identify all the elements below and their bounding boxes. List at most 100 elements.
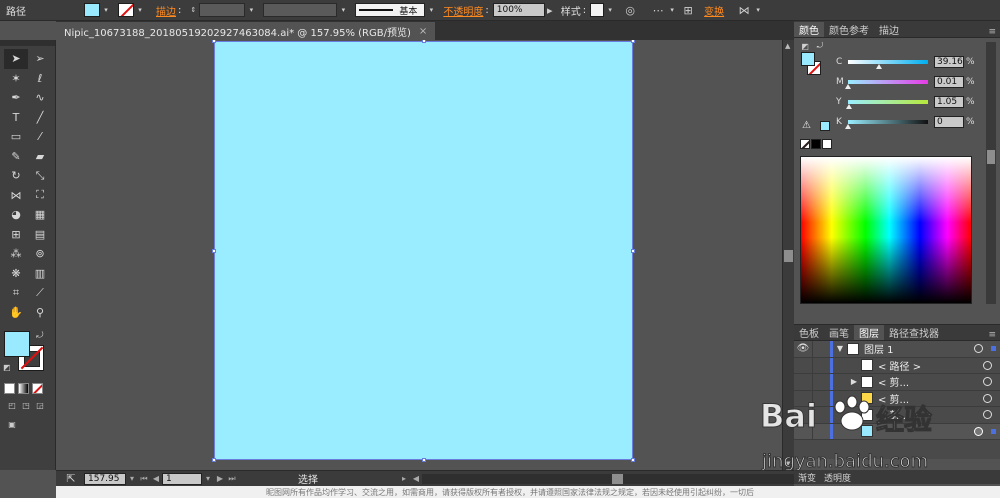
bounding-handle[interactable]	[422, 458, 426, 462]
tab-brushes[interactable]: 画笔	[824, 325, 854, 340]
tab-swatches[interactable]: 色板	[794, 325, 824, 340]
draw-inside-icon[interactable]: ◲	[34, 400, 46, 411]
shape-builder-tool-icon[interactable]: ◕	[4, 205, 28, 225]
stroke-swatch[interactable]	[118, 3, 134, 17]
style-dropdown-icon[interactable]: ▾	[604, 3, 616, 17]
transform-dropdown-icon[interactable]: ▾	[752, 3, 764, 17]
slice-tool-icon[interactable]: ⟋	[28, 283, 52, 303]
lock-toggle[interactable]	[812, 423, 828, 439]
first-artboard-icon[interactable]: ⏮	[138, 474, 150, 484]
layer-row[interactable]: ▶ < 剪...	[794, 390, 1000, 407]
column-graph-tool-icon[interactable]: ▥	[28, 264, 52, 284]
previous-artboard-icon[interactable]: ◀	[150, 474, 162, 483]
cyan-value-field[interactable]: 39.16	[934, 56, 964, 68]
layer-row[interactable]: ▶ < 剪...	[794, 407, 1000, 424]
target-icon[interactable]	[983, 377, 992, 387]
zoom-field[interactable]: 157.95	[84, 472, 126, 485]
free-transform-tool-icon[interactable]: ⛶	[28, 186, 52, 206]
rotate-tool-icon[interactable]: ↻	[4, 166, 28, 186]
stroke-label[interactable]: 描边	[156, 3, 176, 18]
scroll-down-icon[interactable]: ▼	[785, 460, 790, 468]
in-gamut-swatch[interactable]	[820, 121, 830, 131]
stroke-weight-field[interactable]	[199, 3, 246, 17]
scroll-up-icon[interactable]: ▲	[785, 42, 790, 50]
tab-gradient[interactable]: 渐变	[794, 471, 820, 484]
last-artboard-icon[interactable]: ⏭	[226, 474, 238, 484]
graphic-style-swatch[interactable]	[590, 3, 605, 17]
tab-color[interactable]: 颜色	[794, 22, 824, 37]
cyan-slider-knob[interactable]	[876, 64, 883, 69]
transform-icon[interactable]: ⋈	[736, 2, 752, 18]
color-panel-fill-box[interactable]	[801, 52, 815, 66]
target-icon[interactable]	[983, 393, 992, 403]
target-icon[interactable]	[974, 426, 983, 436]
artboard-rectangle[interactable]	[212, 40, 635, 462]
layer-name[interactable]: < 路径 >	[878, 358, 983, 373]
layers-panel-menu-icon[interactable]: ≡	[988, 330, 1000, 340]
layer-name[interactable]: < 剪...	[878, 407, 983, 422]
fill-color-box[interactable]	[4, 331, 30, 357]
width-tool-icon[interactable]: ⋈	[4, 186, 28, 206]
vertical-scrollbar[interactable]: ▲ ▼	[782, 40, 794, 470]
none-mode-icon[interactable]	[32, 383, 43, 394]
brush-definition[interactable]: 基本	[355, 3, 426, 17]
horizontal-scroll-thumb[interactable]	[612, 473, 623, 484]
lock-toggle[interactable]	[812, 407, 828, 423]
layer-name[interactable]: < 剪...	[878, 391, 983, 406]
transform-link[interactable]: 变换	[704, 3, 724, 18]
magic-wand-tool-icon[interactable]: ✶	[4, 69, 28, 89]
opacity-label[interactable]: 不透明度	[443, 3, 483, 18]
layer-name[interactable]: < 剪...	[878, 374, 983, 389]
black-value-field[interactable]: 0	[934, 116, 964, 128]
expand-triangle-icon[interactable]: ▼	[833, 344, 847, 353]
paintbrush-tool-icon[interactable]: ⁄	[28, 127, 52, 147]
bounding-handle[interactable]	[631, 249, 635, 253]
recolor-artwork-icon[interactable]: ◎	[622, 2, 638, 18]
target-icon[interactable]	[974, 344, 983, 354]
magenta-slider-knob[interactable]	[845, 84, 852, 89]
yellow-value-field[interactable]: 1.05	[934, 96, 964, 108]
cyan-slider[interactable]	[848, 60, 928, 69]
fill-dropdown-icon[interactable]: ▾	[100, 3, 112, 17]
stroke-dropdown-icon[interactable]: ▾	[134, 3, 146, 17]
expand-triangle-icon[interactable]: ▶	[833, 410, 861, 419]
zoom-tool-icon[interactable]: ⚲	[28, 303, 52, 323]
yellow-slider-knob[interactable]	[845, 104, 852, 109]
hand-tool-icon[interactable]: ✋	[4, 303, 28, 323]
layer-row[interactable]	[794, 423, 1000, 440]
layer-name[interactable]: 图层 1	[864, 341, 974, 356]
tab-color-guide[interactable]: 颜色参考	[824, 22, 874, 37]
yellow-slider[interactable]	[845, 100, 928, 109]
line-segment-tool-icon[interactable]: ╱	[28, 108, 52, 128]
none-swatch[interactable]	[800, 139, 810, 149]
direct-selection-tool-icon[interactable]: ➢	[28, 49, 52, 69]
distribute-icon[interactable]: ⊞	[680, 2, 696, 18]
status-menu-icon[interactable]: ▸	[398, 474, 410, 483]
lock-toggle[interactable]	[812, 374, 828, 390]
align-grid-icon[interactable]: ⋯	[650, 2, 666, 18]
selection-indicator[interactable]	[991, 428, 996, 434]
expand-triangle-icon[interactable]: ▶	[833, 377, 861, 386]
opacity-field[interactable]: 100%	[492, 3, 545, 17]
gradient-tool-icon[interactable]: ▤	[28, 225, 52, 245]
target-icon[interactable]	[983, 360, 992, 370]
tab-layers[interactable]: 图层	[854, 325, 884, 340]
next-artboard-icon[interactable]: ▶	[214, 474, 226, 483]
bounding-handle[interactable]	[212, 40, 216, 43]
horizontal-scrollbar[interactable]	[422, 473, 832, 484]
color-mode-icon[interactable]	[4, 383, 15, 394]
tab-transparency[interactable]: 透明度	[820, 471, 855, 484]
vertical-scroll-thumb[interactable]	[784, 250, 793, 262]
layer-row[interactable]: ▶ < 剪...	[794, 374, 1000, 391]
artboard-dropdown-icon[interactable]: ▾	[202, 474, 214, 483]
layer-row[interactable]: < 路径 >	[794, 357, 1000, 374]
black-swatch[interactable]	[811, 139, 821, 149]
selection-indicator[interactable]	[991, 346, 996, 352]
gradient-mode-icon[interactable]	[18, 383, 29, 394]
canvas-area[interactable]	[56, 40, 782, 470]
white-swatch[interactable]	[822, 139, 832, 149]
perspective-grid-tool-icon[interactable]: ▦	[28, 205, 52, 225]
zoom-dropdown-icon[interactable]: ▾	[126, 474, 138, 483]
fill-swatch[interactable]	[84, 3, 100, 17]
panel-menu-icon[interactable]: ≡	[988, 27, 1000, 37]
